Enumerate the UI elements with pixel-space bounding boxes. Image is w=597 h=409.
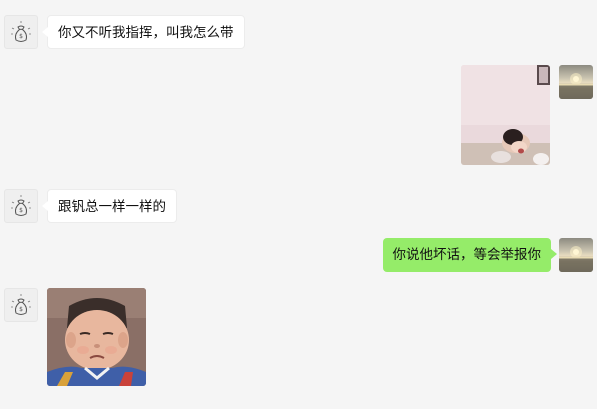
sunset-landscape-avatar <box>559 246 593 272</box>
money-bag-icon: $ <box>11 294 31 315</box>
svg-text:$: $ <box>19 207 23 214</box>
message-bubble-sent[interactable]: 你说他坏话，等会举报你 <box>382 238 557 272</box>
message-text: 你又不听我指挥，叫我怎么带 <box>58 25 234 41</box>
contact-avatar[interactable]: $ <box>4 189 38 223</box>
sunset-landscape-avatar <box>559 73 593 99</box>
message-text: 跟钒总一样一样的 <box>58 199 166 215</box>
message-bubble-received[interactable]: 跟钒总一样一样的 <box>42 189 177 223</box>
svg-text:$: $ <box>19 306 23 313</box>
chat-window: $ 你又不听我指挥，叫我怎么带 $ 跟钒总一样一样的 你说他坏话，等会举报你 $ <box>0 0 597 409</box>
crying-child-photo <box>461 65 550 165</box>
pouting-boy-sticker <box>47 288 146 386</box>
my-avatar[interactable] <box>559 65 593 99</box>
money-bag-icon: $ <box>11 21 31 42</box>
my-avatar[interactable] <box>559 238 593 272</box>
image-message-sent[interactable] <box>461 65 550 165</box>
message-text: 你说他坏话，等会举报你 <box>392 247 542 263</box>
contact-avatar[interactable]: $ <box>4 15 38 49</box>
message-bubble-received[interactable]: 你又不听我指挥，叫我怎么带 <box>42 15 245 49</box>
contact-avatar[interactable]: $ <box>4 288 38 322</box>
money-bag-icon: $ <box>11 195 31 216</box>
svg-text:$: $ <box>19 33 23 40</box>
image-message-received[interactable] <box>47 288 146 386</box>
